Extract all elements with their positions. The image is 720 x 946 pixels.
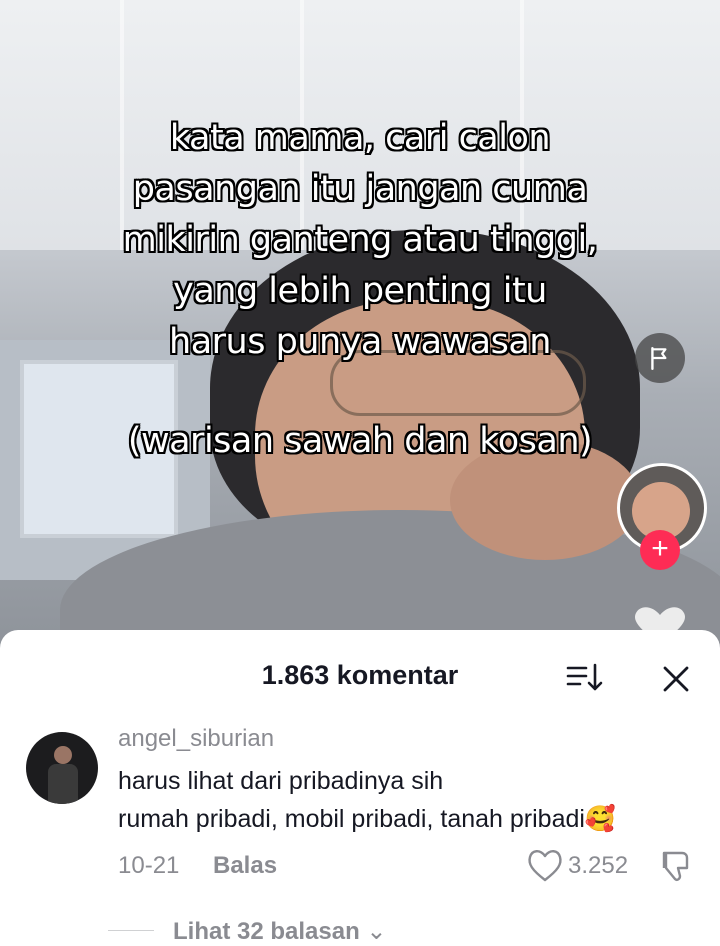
caption-line: kata mama, cari calon	[169, 118, 551, 158]
comment-line: harus lihat dari pribadinya sih	[118, 767, 444, 795]
comment-line: rumah pribadi, mobil pribadi, tanah prib…	[118, 805, 617, 833]
view-replies-button[interactable]: Lihat 32 balasan ⌄	[173, 917, 387, 946]
video-caption: kata mama, cari calon pasangan itu janga…	[0, 113, 720, 368]
commenter-avatar[interactable]	[26, 732, 98, 804]
follow-button[interactable]: +	[640, 530, 680, 570]
flag-icon	[651, 347, 667, 371]
caption-line: mikirin ganteng atau tinggi,	[122, 220, 598, 260]
comments-count-title: 1.863 komentar	[261, 660, 459, 690]
comment-username[interactable]: angel_siburian	[118, 725, 274, 753]
dislike-icon[interactable]	[656, 847, 696, 887]
avatar-body	[48, 764, 78, 804]
comment-like-icon[interactable]	[526, 847, 564, 883]
caption-line: harus punya wawasan	[169, 322, 551, 362]
comment-like-count: 3.252	[568, 852, 629, 879]
caption-line: yang lebih penting itu	[173, 271, 547, 311]
comment-text: harus lihat dari pribadinya sih rumah pr…	[118, 762, 616, 838]
sort-icon[interactable]	[566, 662, 604, 694]
divider	[108, 930, 154, 931]
caption-line: pasangan itu jangan cuma	[132, 169, 588, 209]
reply-button[interactable]: Balas	[213, 852, 277, 880]
report-button[interactable]	[635, 333, 685, 383]
video-caption-sub: (warisan sawah dan kosan)	[127, 421, 593, 461]
comment-date: 10-21	[118, 852, 180, 879]
avatar-head	[54, 746, 72, 764]
close-icon[interactable]	[661, 664, 691, 694]
